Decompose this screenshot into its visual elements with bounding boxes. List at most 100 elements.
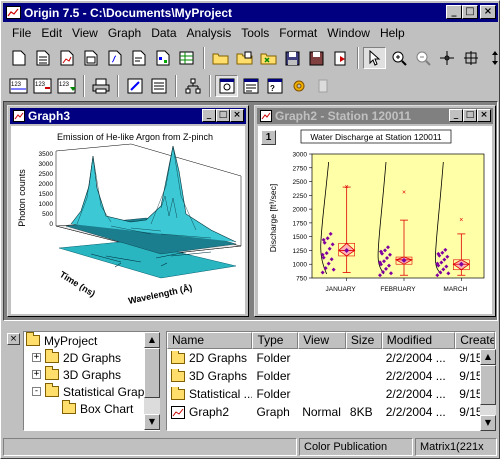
- menu-format[interactable]: Format: [274, 26, 322, 40]
- menu-graph[interactable]: Graph: [103, 26, 146, 40]
- list-scrollbar[interactable]: ▲ ▼: [480, 349, 496, 431]
- menu-analysis[interactable]: Analysis: [182, 26, 237, 40]
- graph2-minimize-button[interactable]: _: [449, 109, 463, 122]
- scroll-thumb[interactable]: [144, 348, 160, 398]
- menu-view[interactable]: View: [67, 26, 103, 40]
- tree-scrollbar[interactable]: ▲ ▼: [144, 332, 160, 430]
- new-worksheet-icon[interactable]: [31, 47, 54, 69]
- scroll-down-arrow-icon[interactable]: ▼: [480, 415, 496, 431]
- folder-icon: [171, 387, 185, 400]
- data-selector-icon[interactable]: [483, 47, 500, 69]
- collapse-icon[interactable]: -: [32, 387, 41, 396]
- graph2-page[interactable]: 1 Water Discharge at Station 120011 Disc…: [258, 126, 492, 314]
- new-function-icon[interactable]: [103, 47, 126, 69]
- graph3-minimize-button[interactable]: _: [202, 109, 216, 122]
- pointer-tool-icon[interactable]: [363, 47, 386, 69]
- tree-item-myproject[interactable]: MyProject: [24, 332, 159, 349]
- tree-item-box-chart[interactable]: Box Chart: [24, 400, 159, 417]
- scroll-up-arrow-icon[interactable]: ▲: [480, 349, 496, 365]
- settings-gear-icon[interactable]: [287, 75, 310, 97]
- list-item[interactable]: 2D Graphs Folder 2/2/2004 ... 9/15: [167, 349, 495, 367]
- open-template-icon[interactable]: [233, 47, 256, 69]
- status-color-mode: Color Publication: [299, 438, 413, 456]
- open-excel-icon[interactable]: [257, 47, 280, 69]
- y-tick-label: 1500: [293, 234, 308, 241]
- menu-data[interactable]: Data: [146, 26, 181, 40]
- new-graph-icon[interactable]: [55, 47, 78, 69]
- menu-edit[interactable]: Edit: [36, 26, 67, 40]
- graph2-maximize-button[interactable]: □: [463, 109, 477, 122]
- project-explorer-close-button[interactable]: ×: [7, 333, 20, 345]
- code-builder-icon[interactable]: [123, 75, 146, 97]
- new-layout-icon[interactable]: [151, 47, 174, 69]
- column-header-view[interactable]: View: [298, 332, 346, 349]
- new-notes-icon[interactable]: [127, 47, 150, 69]
- new-excel-icon[interactable]: [175, 47, 198, 69]
- zoom-in-icon[interactable]: [387, 47, 410, 69]
- add-column-icon[interactable]: 123: [7, 75, 30, 97]
- project-tree[interactable]: MyProject + 2D Graphs + 3D Graphs - Stat…: [23, 331, 160, 431]
- scroll-down-arrow-icon[interactable]: ▼: [144, 414, 160, 430]
- column-header-type[interactable]: Type: [252, 332, 299, 349]
- list-cell-size: 8KB: [349, 405, 373, 419]
- project-explorer-icon[interactable]: [215, 75, 238, 97]
- list-item[interactable]: Statistical ... Folder 2/2/2004 ... 9/15: [167, 385, 495, 403]
- set-column-values-icon[interactable]: 123: [31, 75, 54, 97]
- command-window-icon[interactable]: ?: [263, 75, 286, 97]
- folder-open-icon: [45, 383, 59, 397]
- graph2-close-button[interactable]: ×: [477, 109, 491, 122]
- graph2-window[interactable]: Graph2 - Station 120011 _ □ × 1 Water Di…: [254, 105, 496, 317]
- column-header-name[interactable]: Name: [167, 332, 253, 349]
- close-button[interactable]: ×: [480, 5, 496, 19]
- folder-icon: [171, 369, 185, 382]
- graph3-3d-surface[interactable]: Emission of He-like Argon from Z-pinch P…: [11, 126, 245, 314]
- list-item[interactable]: 3D Graphs Folder 2/2/2004 ... 9/15: [167, 367, 495, 385]
- graph3-close-button[interactable]: ×: [230, 109, 244, 122]
- results-window-icon[interactable]: [239, 75, 262, 97]
- open-icon[interactable]: [209, 47, 232, 69]
- new-project-icon[interactable]: [7, 47, 30, 69]
- graph3-maximize-button[interactable]: □: [216, 109, 230, 122]
- hierarchy-icon[interactable]: [181, 75, 204, 97]
- menu-file[interactable]: File: [7, 26, 36, 40]
- list-cell-name: 2D Graphs: [167, 351, 252, 365]
- results-log-icon[interactable]: [147, 75, 170, 97]
- layer-1-button[interactable]: 1: [261, 130, 276, 145]
- graph3-zlabel: Photon counts: [17, 169, 27, 227]
- column-header-size[interactable]: Size: [345, 332, 382, 349]
- menu-window[interactable]: Window: [322, 26, 375, 40]
- zoom-out-icon[interactable]: [411, 47, 434, 69]
- scroll-thumb[interactable]: [480, 365, 496, 405]
- z-tick-label: 0: [49, 221, 53, 228]
- export-icon[interactable]: [329, 47, 352, 69]
- menu-help[interactable]: Help: [375, 26, 410, 40]
- graph3-titlebar[interactable]: Graph3 _ □ ×: [10, 108, 246, 124]
- maximize-button[interactable]: □: [462, 5, 478, 19]
- tree-item-2d-graphs[interactable]: + 2D Graphs: [24, 349, 159, 366]
- graph3-page[interactable]: Emission of He-like Argon from Z-pinch P…: [11, 126, 245, 314]
- expand-icon[interactable]: +: [32, 370, 41, 379]
- app-titlebar[interactable]: Origin 7.5 - C:\Documents\MyProject _ □ …: [3, 3, 498, 22]
- save-project-icon[interactable]: [281, 47, 304, 69]
- column-header-modified[interactable]: Modified: [381, 332, 456, 349]
- column-header-created[interactable]: Created: [455, 332, 495, 349]
- graph2-titlebar[interactable]: Graph2 - Station 120011 _ □ ×: [257, 108, 493, 124]
- graph3-window[interactable]: Graph3 _ □ × Emission of He-like Argon f…: [7, 105, 249, 317]
- y-tick-label: 2500: [293, 179, 308, 186]
- graph2-box-chart[interactable]: Water Discharge at Station 120011 Discha…: [258, 126, 492, 314]
- menu-tools[interactable]: Tools: [236, 26, 274, 40]
- minimize-button[interactable]: _: [446, 5, 462, 19]
- save-template-icon[interactable]: [305, 47, 328, 69]
- tree-item-statistical-graphs[interactable]: - Statistical Graphs: [24, 383, 159, 400]
- list-item[interactable]: Graph2 Graph Normal 8KB 2/2/2004 ... 9/15: [167, 403, 495, 421]
- project-file-list[interactable]: Name Type View Size Modified Created 2D …: [166, 331, 496, 431]
- print-icon[interactable]: [89, 75, 112, 97]
- scroll-up-arrow-icon[interactable]: ▲: [144, 332, 160, 348]
- expand-icon[interactable]: +: [32, 353, 41, 362]
- sort-column-icon[interactable]: 123: [55, 75, 78, 97]
- tree-item-3d-graphs[interactable]: + 3D Graphs: [24, 366, 159, 383]
- y-tick-label: 750: [296, 276, 307, 283]
- new-matrix-icon[interactable]: [79, 47, 102, 69]
- data-reader-icon[interactable]: [435, 47, 458, 69]
- screen-reader-icon[interactable]: [459, 47, 482, 69]
